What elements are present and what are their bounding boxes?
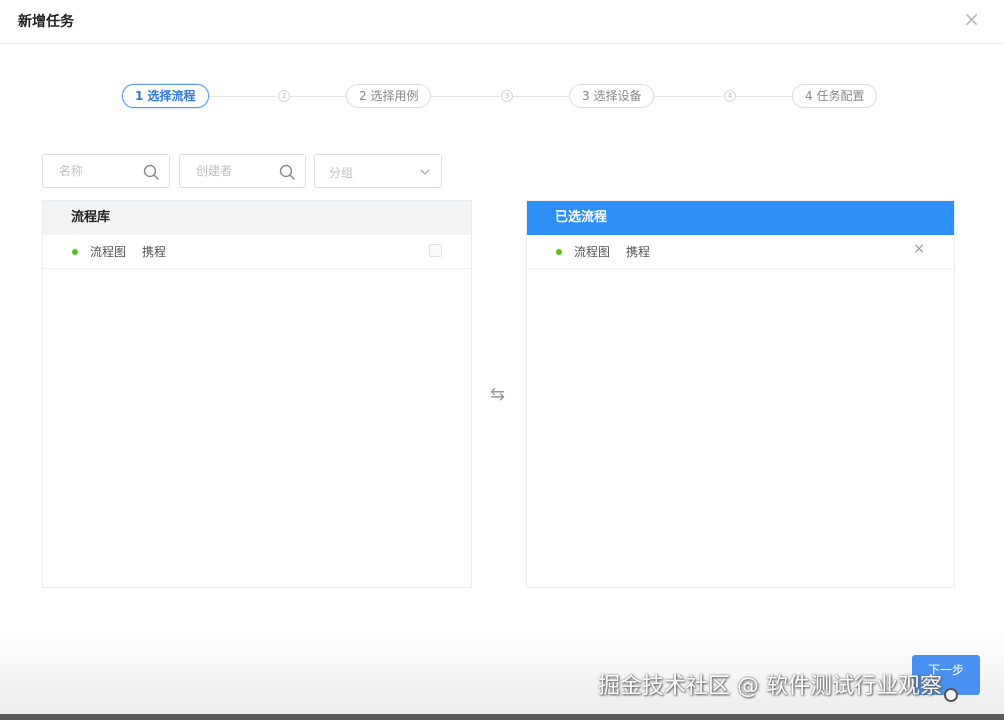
creator-search-field: [179, 154, 306, 188]
name-search-field: [42, 154, 170, 188]
cursor-circle-icon: [944, 688, 958, 702]
search-icon[interactable]: [279, 164, 295, 180]
step-select-flow[interactable]: 1 选择流程: [122, 84, 209, 108]
step-dot: 4: [724, 90, 736, 102]
flow-creator: 携程: [142, 245, 167, 259]
selected-flow-title: 已选流程: [527, 201, 954, 235]
step-connector: [652, 96, 722, 97]
list-item[interactable]: 流程图 携程: [43, 235, 471, 269]
flow-creator: 携程: [626, 245, 651, 259]
flow-name: 流程图: [574, 245, 611, 259]
creator-search-input[interactable]: [194, 163, 278, 179]
name-search-input[interactable]: [57, 163, 141, 179]
step-task-config[interactable]: 4 任务配置: [792, 84, 878, 108]
step-dot: 2: [278, 90, 290, 102]
remove-icon[interactable]: ×: [913, 241, 925, 257]
step-connector: [206, 96, 276, 97]
group-select-placeholder: 分组: [329, 166, 354, 180]
step-dot: 3: [501, 90, 513, 102]
search-icon[interactable]: [143, 164, 159, 180]
step-select-device[interactable]: 3 选择设备: [569, 84, 655, 108]
flow-library-title: 流程库: [43, 201, 471, 235]
select-checkbox[interactable]: [429, 244, 442, 257]
step-connector: [290, 96, 346, 97]
close-icon[interactable]: ×: [963, 9, 980, 29]
chevron-down-icon: [420, 169, 430, 175]
status-dot: [72, 249, 78, 255]
dialog-title: 新增任务: [18, 14, 74, 30]
watermark: 掘金技术社区 @ 软件测试行业观察: [598, 674, 942, 699]
selected-flow-panel: 已选流程 流程图 携程 ×: [526, 200, 955, 588]
step-select-case[interactable]: 2 选择用例: [346, 84, 432, 108]
step-progress: 2 3 4 1 选择流程 2 选择用例 3 选择设备 4 任务配置: [0, 82, 1004, 110]
dialog-header: 新增任务 ×: [0, 0, 1004, 44]
transfer-icon: ⇆: [490, 384, 506, 405]
group-select[interactable]: 分组: [314, 154, 442, 188]
flow-library-panel: 流程库 流程图 携程: [42, 200, 472, 588]
flow-name: 流程图: [90, 245, 127, 259]
list-item: 流程图 携程 ×: [527, 235, 954, 269]
step-connector: [736, 96, 792, 97]
bottom-bar: [0, 714, 1004, 720]
step-connector: [430, 96, 500, 97]
status-dot: [556, 249, 562, 255]
step-connector: [513, 96, 569, 97]
